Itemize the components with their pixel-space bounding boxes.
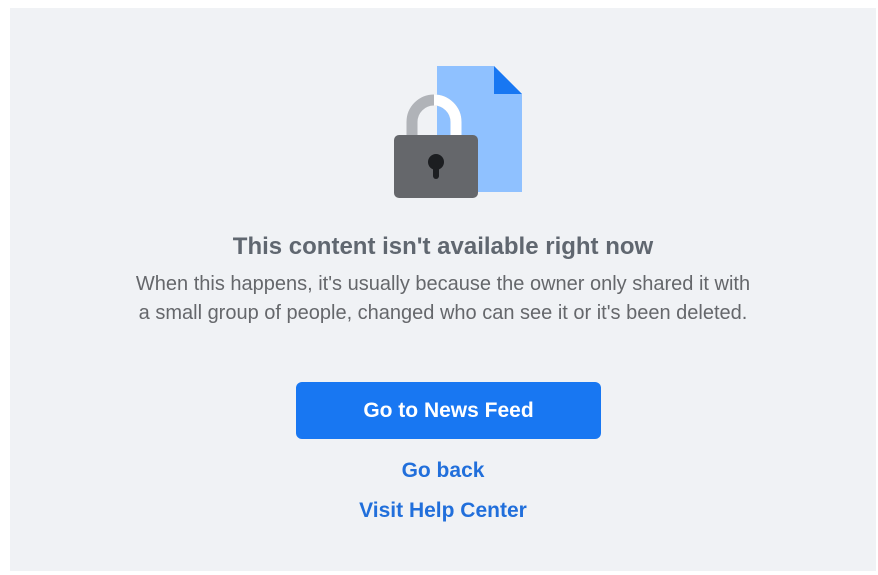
error-card: This content isn't available right now W…	[10, 8, 876, 571]
go-back-link[interactable]: Go back	[10, 456, 876, 486]
visit-help-center-link[interactable]: Visit Help Center	[10, 496, 876, 526]
error-message: When this happens, it's usually because …	[135, 273, 751, 324]
go-to-news-feed-button[interactable]: Go to News Feed	[296, 382, 601, 439]
content-unavailable-illustration	[382, 64, 522, 202]
page-title: This content isn't available right now	[232, 233, 654, 260]
